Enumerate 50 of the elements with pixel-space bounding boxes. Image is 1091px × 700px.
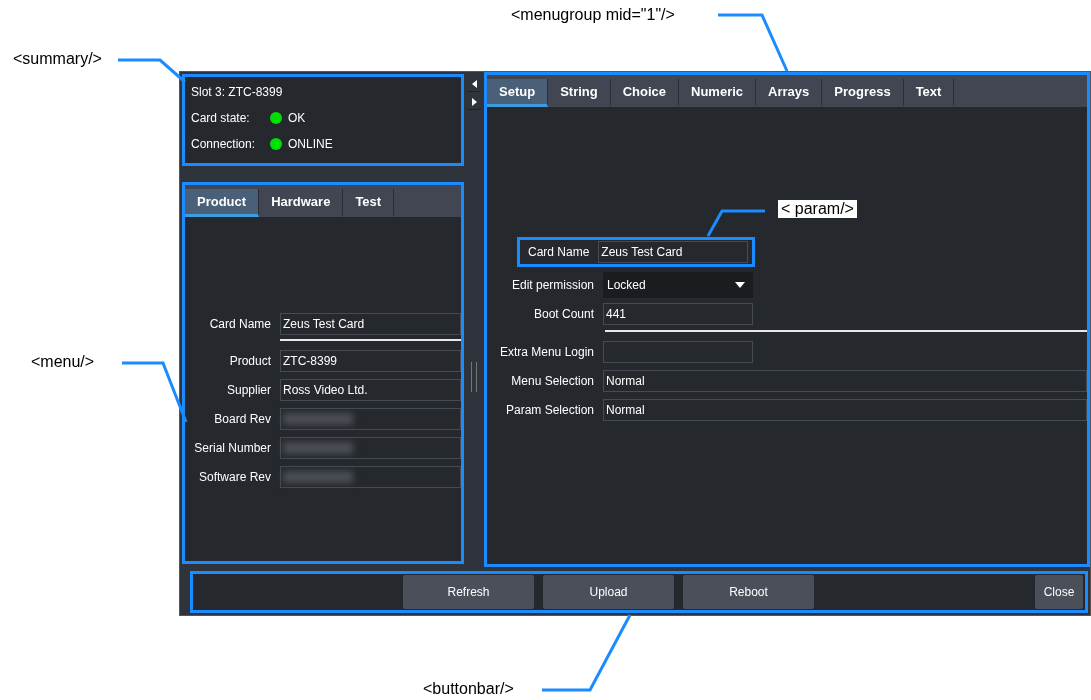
annotation-label: <summary/> xyxy=(10,50,105,68)
param-label: Boot Count xyxy=(532,307,594,321)
slot-title: Slot 3: ZTC-8399 xyxy=(191,85,284,99)
action-button[interactable]: Refresh xyxy=(403,575,534,609)
menu-tab[interactable]: Hardware xyxy=(259,189,344,217)
right-triangle-icon xyxy=(471,97,477,106)
menugroup-tab[interactable]: Arrays xyxy=(756,79,823,107)
param-label: Supplier xyxy=(225,383,271,397)
param-label: Software Rev xyxy=(197,470,271,484)
status-label: Card state: xyxy=(191,111,251,125)
param-field[interactable]: Normal xyxy=(603,399,1087,421)
param-label: Product xyxy=(228,354,271,368)
status-value: OK xyxy=(288,111,306,125)
menugroup-tab[interactable]: Progress xyxy=(822,79,904,107)
menugroup-tab[interactable]: String xyxy=(548,79,611,107)
caret-icon xyxy=(735,282,745,288)
param-field[interactable]: Normal xyxy=(603,370,1087,392)
param-label: Extra Menu Login xyxy=(498,345,594,359)
status-value: ONLINE xyxy=(288,137,333,151)
left-triangle-icon xyxy=(471,79,477,88)
param-label: Card Name xyxy=(208,317,271,331)
param-dropdown[interactable]: Locked xyxy=(603,272,753,298)
action-button[interactable]: Reboot xyxy=(683,575,814,609)
splitter-grip[interactable] xyxy=(471,362,477,392)
param-field[interactable]: Zeus Test Card xyxy=(280,313,461,335)
param-label: Serial Number xyxy=(193,441,271,455)
menu-tab[interactable]: Test xyxy=(343,189,395,217)
param-label: Param Selection xyxy=(504,403,594,417)
param-field[interactable]: Zeus Test Card xyxy=(598,241,749,263)
redacted-value xyxy=(283,471,353,483)
param-field[interactable]: Ross Video Ltd. xyxy=(280,379,461,401)
redacted-value xyxy=(283,413,353,425)
action-button[interactable]: Upload xyxy=(543,575,674,609)
menugroup-tab[interactable]: Numeric xyxy=(679,79,757,107)
annotation-label: <menugroup mid="1"/> xyxy=(508,6,678,24)
annotation-label: < param/> xyxy=(778,200,857,218)
param-field[interactable] xyxy=(603,341,753,363)
param-label: Menu Selection xyxy=(510,374,594,388)
param-field[interactable]: ZTC-8399 xyxy=(280,350,461,372)
menugroup-tab[interactable]: Text xyxy=(903,79,955,107)
param-field[interactable]: 441 xyxy=(603,303,753,325)
menugroup-tab[interactable]: Setup xyxy=(487,79,549,107)
param-label: Board Rev xyxy=(213,412,271,426)
status-label: Connection: xyxy=(191,137,257,151)
close-button[interactable]: Close xyxy=(1035,575,1083,609)
redacted-value xyxy=(283,442,353,454)
param-label: Card Name xyxy=(528,245,590,259)
param-label: Edit permission xyxy=(510,278,594,292)
menugroup-tab[interactable]: Choice xyxy=(610,79,680,107)
menu-tab[interactable]: Product xyxy=(185,189,260,217)
